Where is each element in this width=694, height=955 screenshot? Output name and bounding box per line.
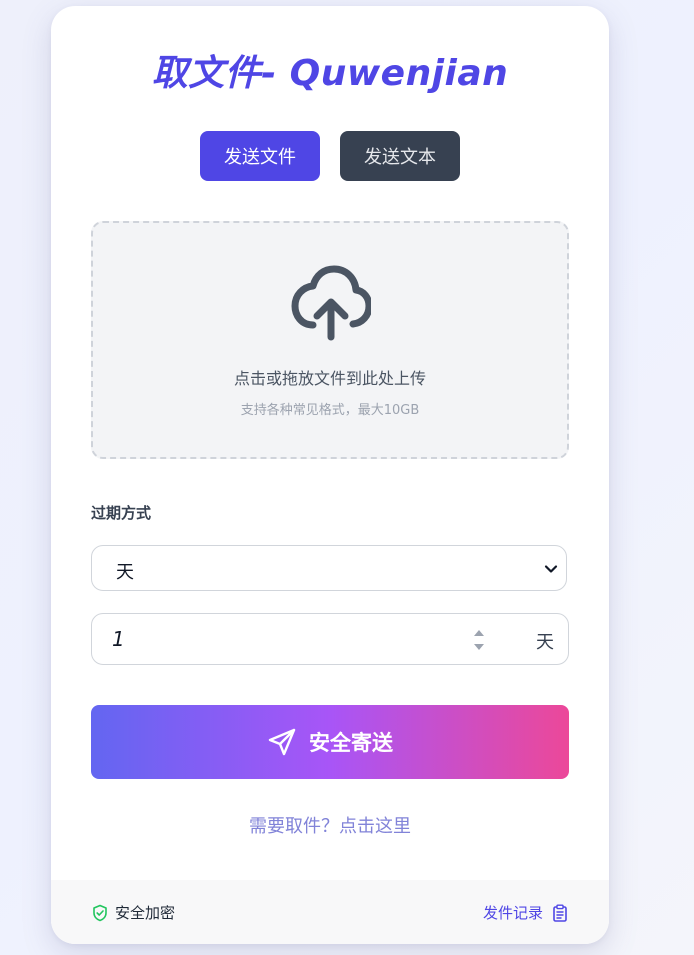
upload-title: 点击或拖放文件到此处上传 xyxy=(233,369,426,388)
page-title: 取文件- Quwenjian xyxy=(151,53,509,94)
expiry-amount-input[interactable]: 1 天 xyxy=(91,613,569,665)
upload-subtitle: 支持各种常见格式，最大10GB xyxy=(240,403,420,418)
mode-tabs: 发送文件 发送文本 xyxy=(51,131,609,181)
card-footer: 安全加密 发件记录 xyxy=(51,880,609,944)
retrieve-link[interactable]: 需要取件？点击这里 xyxy=(51,812,609,838)
shield-check-icon xyxy=(93,904,107,921)
expiry-type-select[interactable]: 天 xyxy=(91,545,567,591)
expiry-amount-value: 1 xyxy=(112,627,125,651)
clipboard-icon xyxy=(553,904,567,922)
send-records-link[interactable]: 发件记录 xyxy=(483,902,569,923)
expiry-unit: 天 xyxy=(536,632,554,653)
tab-send-file[interactable]: 发送文件 xyxy=(200,131,320,181)
cloud-upload-icon xyxy=(291,265,371,341)
secure-send-label: 安全寄送 xyxy=(309,731,393,755)
chevron-down-icon xyxy=(544,565,558,573)
secure-send-button[interactable]: 安全寄送 xyxy=(91,705,569,779)
secure-label: 安全加密 xyxy=(115,904,176,922)
expiry-label: 过期方式 xyxy=(91,504,152,522)
main-card: 取文件- Quwenjian 发送文件 发送文本 点击或拖放文件到此处上传 支持… xyxy=(51,6,609,944)
tab-send-text[interactable]: 发送文本 xyxy=(340,131,460,181)
records-label: 发件记录 xyxy=(482,904,543,922)
secure-badge: 安全加密 xyxy=(91,902,175,923)
upload-dropzone[interactable]: 点击或拖放文件到此处上传 支持各种常见格式，最大10GB xyxy=(91,221,569,459)
paper-plane-icon xyxy=(268,728,296,756)
expiry-type-value: 天 xyxy=(116,562,134,583)
number-stepper-icon[interactable] xyxy=(472,626,486,654)
